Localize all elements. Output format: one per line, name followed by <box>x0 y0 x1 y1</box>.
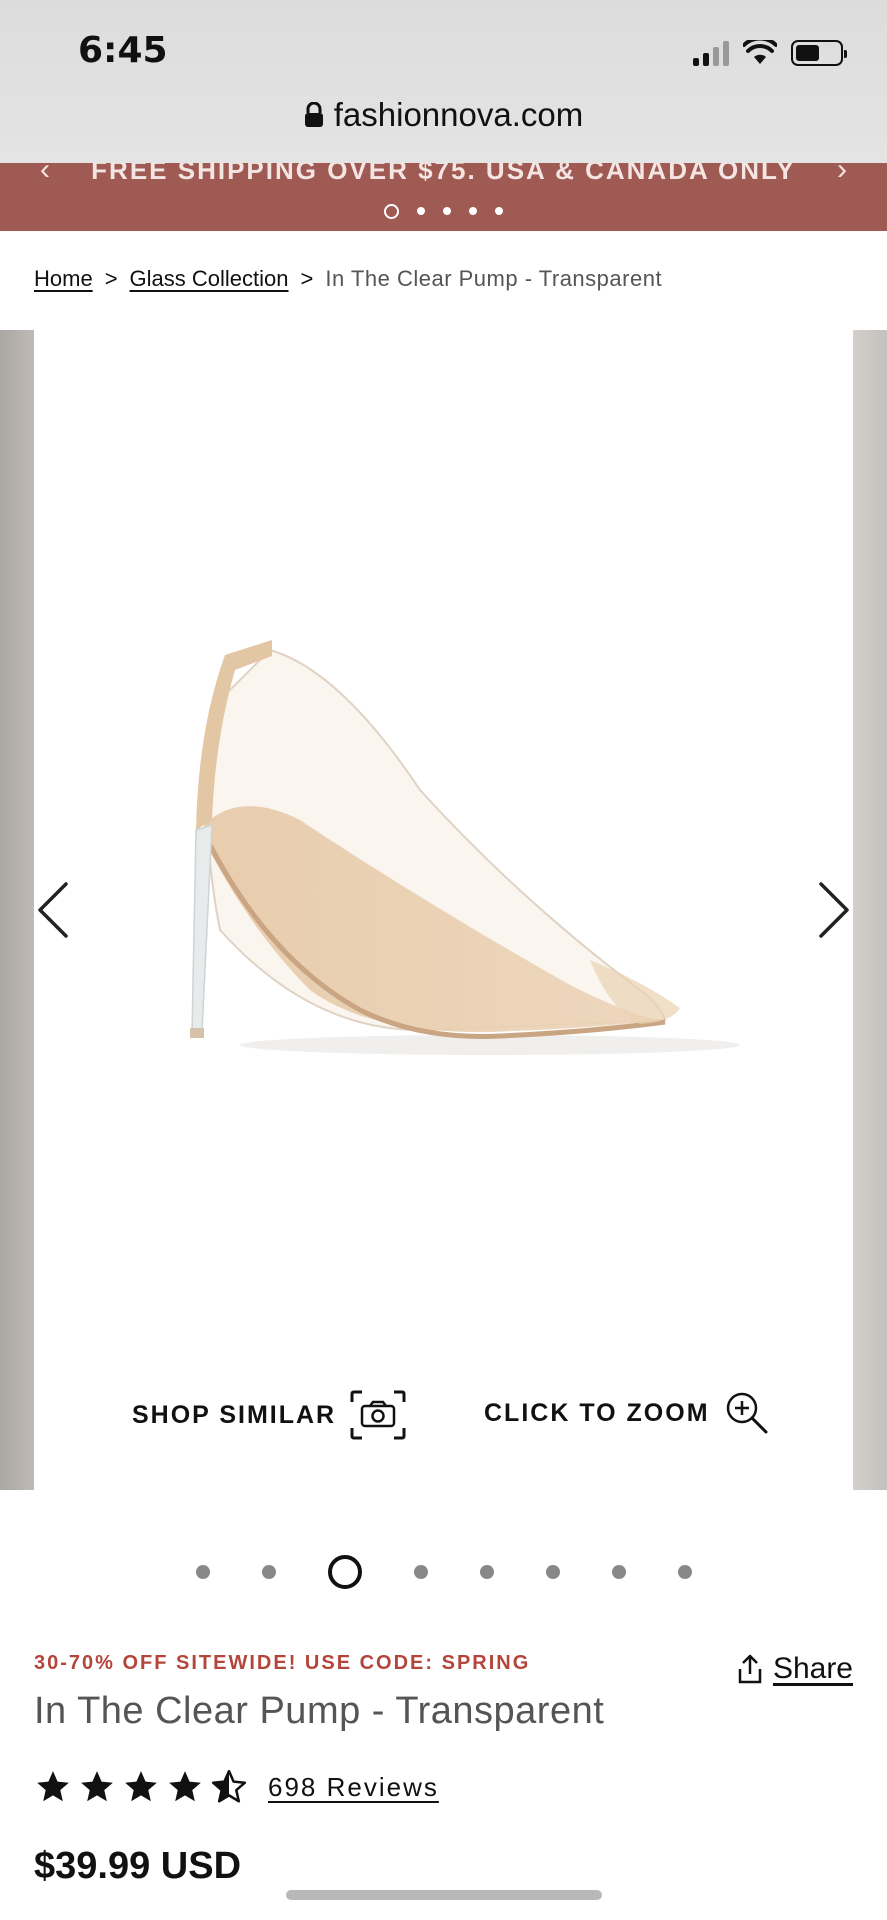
promo-dot[interactable] <box>469 207 477 215</box>
cellular-signal-icon <box>693 40 729 66</box>
status-icons <box>693 40 847 66</box>
status-time: 6:45 <box>78 30 168 71</box>
home-indicator[interactable] <box>286 1890 602 1900</box>
reviews-link[interactable]: 698 Reviews <box>268 1772 439 1803</box>
gallery-dot-active[interactable] <box>327 1555 362 1589</box>
star-full-icon <box>37 1771 69 1802</box>
gallery-dot[interactable] <box>195 1565 210 1579</box>
promo-dots <box>0 204 887 219</box>
promo-dot[interactable] <box>384 204 399 219</box>
product-image[interactable] <box>160 630 760 1070</box>
lock-icon <box>304 102 323 127</box>
gallery-prev-arrow[interactable] <box>36 880 70 940</box>
promo-dot[interactable] <box>495 207 503 215</box>
url-bar[interactable]: fashionnova.com <box>0 96 887 134</box>
promo-dot[interactable] <box>443 207 451 215</box>
breadcrumb-glass-collection[interactable]: Glass Collection <box>130 266 289 292</box>
star-half-icon <box>211 1769 247 1803</box>
battery-icon <box>791 40 847 66</box>
promo-next-icon[interactable]: › <box>837 163 847 187</box>
product-gallery[interactable]: SHOP SIMILAR CLICK TO ZOOM <box>0 330 887 1490</box>
wifi-icon <box>743 40 777 64</box>
product-title: In The Clear Pump - Transparent <box>34 1690 605 1732</box>
browser-chrome: 6:45 fashionnova.com <box>0 0 887 163</box>
star-full-icon <box>125 1771 157 1802</box>
product-price: $39.99 USD <box>34 1845 242 1887</box>
shop-similar-label: SHOP SIMILAR <box>132 1400 337 1429</box>
gallery-next-arrow[interactable] <box>817 880 851 940</box>
promo-dot[interactable] <box>417 207 425 215</box>
camera-icon <box>350 1390 406 1440</box>
breadcrumb-home[interactable]: Home <box>34 266 93 292</box>
share-button[interactable]: Share <box>737 1652 853 1686</box>
prev-image-peek <box>0 330 34 1490</box>
zoom-in-icon <box>726 1392 768 1434</box>
gallery-pagination <box>0 1555 887 1589</box>
gallery-dot[interactable] <box>413 1565 428 1579</box>
gallery-dot[interactable] <box>479 1565 494 1579</box>
promo-banner[interactable]: ‹ FREE SHIPPING OVER $75. USA & CANADA O… <box>0 163 887 231</box>
gallery-dot[interactable] <box>261 1565 276 1579</box>
star-full-icon <box>169 1771 201 1802</box>
star-rating[interactable]: 698 Reviews <box>34 1768 439 1806</box>
breadcrumb: Home > Glass Collection > In The Clear P… <box>34 266 662 292</box>
share-label: Share <box>772 1652 853 1685</box>
promo-code-text: 30-70% OFF SITEWIDE! USE CODE: SPRING <box>34 1652 531 1674</box>
gallery-dot[interactable] <box>611 1565 626 1579</box>
chevron-right-icon: > <box>104 266 118 291</box>
gallery-dot[interactable] <box>545 1565 560 1579</box>
share-icon <box>738 1654 762 1684</box>
gallery-dot[interactable] <box>677 1565 692 1579</box>
click-to-zoom-label: CLICK TO ZOOM <box>484 1398 710 1427</box>
url-domain: fashionnova.com <box>333 96 584 133</box>
next-image-peek <box>853 330 887 1490</box>
click-to-zoom-button[interactable]: CLICK TO ZOOM <box>484 1390 770 1436</box>
shop-similar-button[interactable]: SHOP SIMILAR <box>132 1390 406 1440</box>
breadcrumb-current: In The Clear Pump - Transparent <box>325 266 663 291</box>
star-full-icon <box>81 1771 113 1802</box>
chevron-right-icon: > <box>300 266 314 291</box>
promo-banner-text: FREE SHIPPING OVER $75. USA & CANADA ONL… <box>91 163 796 185</box>
